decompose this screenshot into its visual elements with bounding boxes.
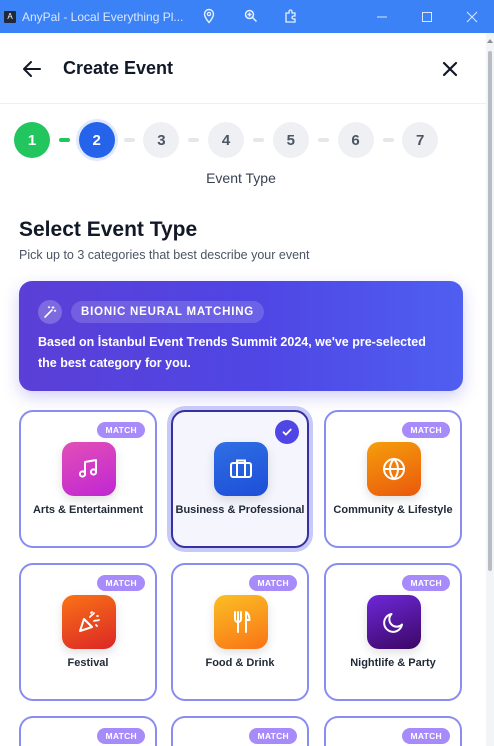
utensils-icon [214, 595, 268, 649]
section-subtitle: Pick up to 3 categories that best descri… [19, 248, 310, 262]
page-title: Create Event [63, 58, 174, 78]
category-label: Arts & Entertainment [32, 504, 144, 516]
magic-wand-icon [38, 300, 62, 324]
window-close-button[interactable] [450, 0, 494, 33]
window-close-icon [466, 11, 478, 22]
step-4[interactable]: 4 [208, 122, 245, 158]
music-note-icon [62, 442, 116, 496]
category-card[interactable]: MATCH Arts & Entertainment [19, 410, 157, 548]
match-badge: MATCH [402, 728, 450, 744]
category-card[interactable]: MATCH Food & Drink [171, 563, 309, 701]
page-header: Create Event [0, 33, 486, 104]
neural-matching-banner: BIONIC NEURAL MATCHING Based on İstanbul… [19, 281, 463, 391]
category-card[interactable]: MATCH Community & Lifestyle [324, 410, 462, 548]
match-badge: MATCH [97, 422, 145, 438]
step-connector [382, 138, 394, 142]
step-2[interactable]: 2 [78, 122, 115, 158]
step-7[interactable]: 7 [402, 122, 439, 158]
extension-puzzle-icon[interactable] [283, 8, 299, 24]
window-title: AnyPal - Local Everything Pl... [22, 9, 184, 24]
category-label: Community & Lifestyle [333, 504, 453, 516]
match-badge: MATCH [249, 728, 297, 744]
category-card[interactable]: Business & Professional [171, 410, 309, 548]
window-titlebar: A AnyPal - Local Everything Pl... [0, 0, 494, 33]
category-card[interactable]: MATCH Nightlife & Party [324, 563, 462, 701]
zoom-in-icon[interactable] [243, 8, 259, 24]
match-badge: MATCH [97, 575, 145, 591]
section-title: Select Event Type [19, 218, 198, 241]
match-badge: MATCH [97, 728, 145, 744]
banner-text: Based on İstanbul Event Trends Summit 20… [38, 332, 448, 374]
briefcase-icon [214, 442, 268, 496]
current-step-label: Event Type [206, 170, 276, 186]
maximize-button[interactable] [405, 0, 449, 33]
category-label: Business & Professional [175, 504, 305, 516]
progress-stepper: 1234567 [14, 122, 444, 158]
app-icon: A [4, 10, 16, 23]
step-connector [123, 138, 135, 142]
back-arrow-icon[interactable] [20, 57, 44, 81]
category-label: Nightlife & Party [350, 657, 436, 669]
banner-badge: BIONIC NEURAL MATCHING [71, 301, 265, 323]
moon-icon [367, 595, 421, 649]
step-6[interactable]: 6 [337, 122, 374, 158]
category-card[interactable]: MATCH [171, 716, 309, 746]
step-5[interactable]: 5 [272, 122, 309, 158]
category-card[interactable]: MATCH [19, 716, 157, 746]
minimize-icon [377, 16, 387, 17]
location-pin-icon[interactable] [201, 8, 217, 24]
category-label: Food & Drink [205, 657, 275, 669]
globe-icon [367, 442, 421, 496]
party-popper-icon [62, 595, 116, 649]
step-connector [59, 138, 70, 142]
match-badge: MATCH [402, 422, 450, 438]
category-card[interactable]: MATCH Festival [19, 563, 157, 701]
match-badge: MATCH [249, 575, 297, 591]
step-connector [253, 138, 265, 142]
match-badge: MATCH [402, 575, 450, 591]
scroll-thumb[interactable] [488, 51, 492, 571]
step-connector [188, 138, 200, 142]
step-1[interactable]: 1 [14, 122, 50, 158]
category-label: Festival [67, 657, 109, 669]
category-card[interactable]: MATCH [324, 716, 462, 746]
close-icon[interactable] [438, 57, 462, 81]
scrollbar[interactable] [486, 33, 494, 746]
banner-text-prefix: Based on [38, 335, 98, 349]
scroll-up-arrow-icon[interactable] [487, 39, 493, 43]
maximize-icon [422, 11, 432, 22]
minimize-button[interactable] [360, 0, 404, 33]
step-3[interactable]: 3 [143, 122, 180, 158]
banner-event-name: İstanbul Event Trends Summit 2024 [97, 335, 309, 349]
step-connector [317, 138, 329, 142]
checkmark-icon [275, 420, 299, 444]
